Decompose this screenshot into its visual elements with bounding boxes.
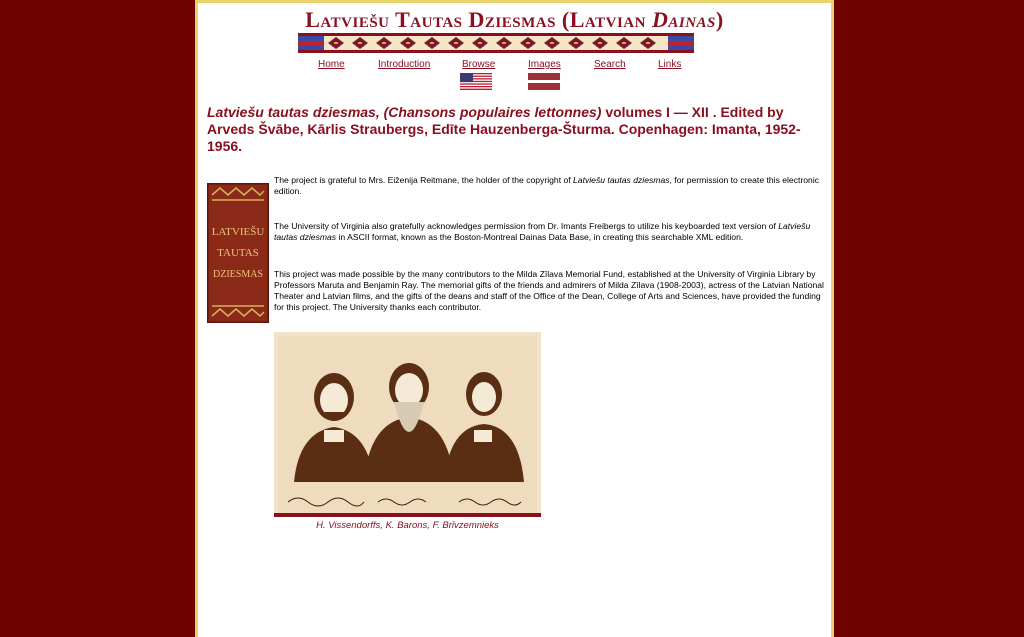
site-title-main: Latviešu Tautas Dziesmas (Latvian (305, 7, 652, 32)
paragraph-acknowledgement: The University of Virginia also grateful… (274, 221, 826, 243)
nav-links-link[interactable]: Links (658, 59, 681, 70)
nav-images-link[interactable]: Images (528, 59, 561, 70)
site-title: Latviešu Tautas Dziesmas (Latvian Dainas… (198, 7, 831, 33)
book-cover-line-3: DZIESMAS (213, 269, 263, 280)
p1-title: Latviešu tautas dziesmas (573, 175, 670, 185)
p2-text-a: The University of Virginia also grateful… (274, 221, 779, 231)
main-navigation: Home Introduction Browse Images Search L… (198, 59, 831, 93)
book-cover-line-1: LATVIEŠU (212, 226, 265, 238)
page-heading: Latviešu tautas dziesmas, (Chansons popu… (207, 104, 827, 155)
paragraph-copyright: The project is grateful to Mrs. Eiženija… (274, 175, 826, 197)
us-flag-icon[interactable] (460, 73, 492, 90)
photo-caption: H. Vissendorffs, K. Barons, F. Brīvzemni… (316, 520, 499, 531)
p2-text-b: in ASCII format, known as the Boston-Mon… (336, 232, 744, 242)
nav-browse-link[interactable]: Browse (462, 59, 495, 70)
book-cover-line-2: TAUTAS (217, 247, 259, 259)
book-cover-image: LATVIEŠU TAUTAS DZIESMAS (207, 183, 269, 323)
latvian-flag-icon[interactable] (528, 73, 560, 90)
nav-introduction-link[interactable]: Introduction (378, 59, 430, 70)
decorative-woven-band (298, 33, 694, 53)
site-title-close: ) (715, 7, 724, 32)
historical-portrait-photo (274, 332, 541, 517)
nav-home-link[interactable]: Home (318, 59, 345, 70)
paragraph-funding: This project was made possible by the ma… (274, 269, 824, 312)
site-title-dainas: Dainas (651, 7, 716, 32)
nav-search-link[interactable]: Search (594, 59, 626, 70)
heading-title: Latviešu tautas dziesmas, (Chansons popu… (207, 104, 602, 120)
p1-text-a: The project is grateful to Mrs. Eiženija… (274, 175, 574, 185)
page-container: Latviešu Tautas Dziesmas (Latvian Dainas… (195, 0, 834, 637)
